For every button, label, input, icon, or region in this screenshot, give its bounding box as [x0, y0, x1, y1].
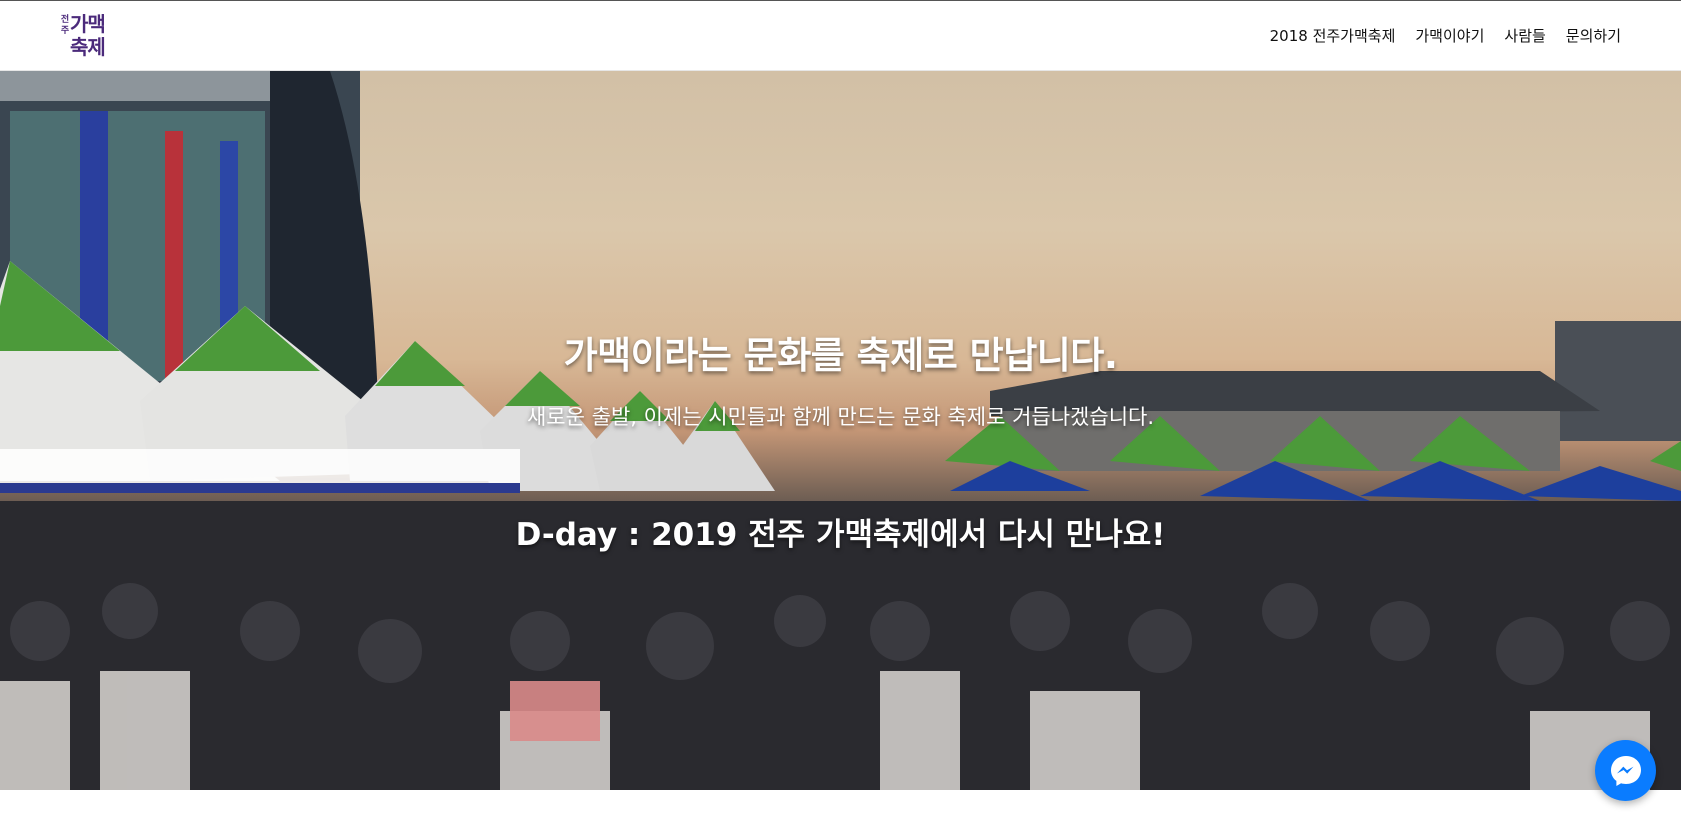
nav-item-people[interactable]: 사람들 [1504, 25, 1545, 46]
hero-subline: 새로운 출발, 이제는 시민들과 함께 만드는 문화 축제로 거듭나겠습니다. [526, 405, 1155, 429]
site-logo[interactable]: 전주 가맥 축제 [60, 13, 114, 63]
nav-item-2018-festival[interactable]: 2018 전주가맥축제 [1270, 25, 1396, 46]
main-nav: 2018 전주가맥축제 가맥이야기 사람들 문의하기 [1270, 25, 1621, 46]
nav-item-contact[interactable]: 문의하기 [1566, 25, 1621, 46]
hero-banner: 가맥이라는 문화를 축제로 만납니다. 새로운 출발, 이제는 시민들과 함께 … [0, 71, 1681, 790]
site-header: 전주 가맥 축제 2018 전주가맥축제 가맥이야기 사람들 문의하기 [0, 1, 1681, 71]
logo-big-text: 가맥 축제 [70, 12, 106, 59]
logo-small-text: 전주 [60, 15, 70, 36]
nav-item-gamaek-story[interactable]: 가맥이야기 [1415, 25, 1484, 46]
hero-dday: D-day : 2019 전주 가맥축제에서 다시 만나요! [515, 517, 1166, 553]
hero-headline: 가맥이라는 문화를 축제로 만납니다. [563, 334, 1118, 377]
messenger-chat-button[interactable] [1595, 740, 1656, 801]
messenger-icon [1610, 755, 1641, 786]
